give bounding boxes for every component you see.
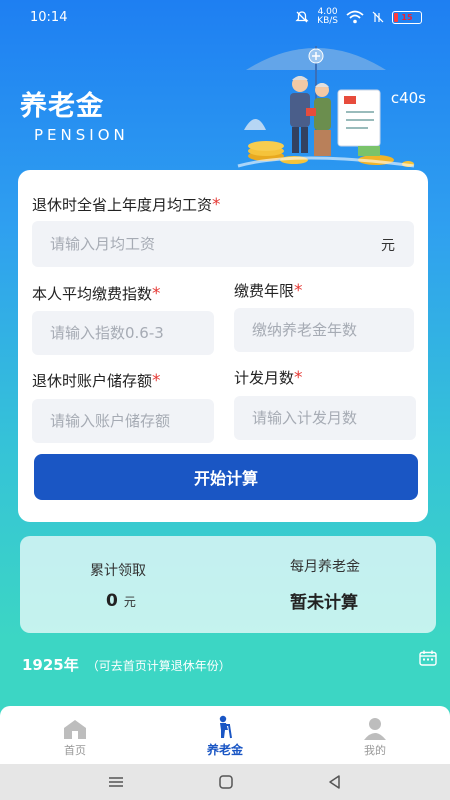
status-bar: 10:14 4.00 KB/S 15	[0, 0, 450, 34]
page-title: 养老金	[20, 91, 104, 122]
page-subtitle: PENSION	[34, 126, 129, 144]
result-panel: 累计领取 0元 每月养老金 暂未计算	[20, 536, 436, 633]
total-received-label: 累计领取	[90, 563, 146, 579]
calendar-icon[interactable]	[419, 650, 437, 666]
retire-year: 1925年	[22, 656, 79, 674]
tab-label-pension: 养老金	[206, 743, 243, 757]
bottom-tab-bar: 首页 养老金 我的	[0, 706, 450, 764]
tab-label-mine: 我的	[364, 744, 386, 757]
months-input[interactable]	[234, 396, 416, 440]
required-mark: *	[152, 371, 161, 391]
network-speed: 4.00 KB/S	[317, 7, 338, 26]
mute-icon	[295, 11, 309, 23]
user-icon	[364, 718, 386, 740]
menu-icon[interactable]	[107, 775, 125, 789]
tab-label-home: 首页	[64, 744, 86, 757]
years-label: 缴费年限*	[234, 281, 303, 301]
monthly-pension-label: 每月养老金	[290, 559, 360, 575]
savings-input[interactable]	[32, 399, 214, 443]
required-mark: *	[294, 368, 303, 388]
required-mark: *	[212, 195, 221, 215]
calculator-form: 退休时全省上年度月均工资* 元 本人平均缴费指数* 缴费年限* 退休时账户储存额…	[18, 170, 428, 522]
battery-icon: 15	[392, 10, 422, 24]
tab-pension[interactable]: 养老金	[150, 706, 300, 764]
wifi-icon	[346, 10, 364, 24]
elderly-icon	[219, 715, 232, 739]
tab-home[interactable]: 首页	[0, 706, 150, 764]
monthly-pension-value: 暂未计算	[290, 593, 358, 613]
retire-year-line: 1925年 （可去首页计算退休年份）	[22, 654, 231, 675]
salary-input[interactable]	[32, 221, 414, 267]
retire-year-hint: （可去首页计算退休年份）	[86, 659, 231, 673]
index-label: 本人平均缴费指数*	[32, 284, 161, 304]
start-calculate-button[interactable]: 开始计算	[34, 454, 418, 500]
system-nav-bar	[0, 764, 450, 800]
required-mark: *	[152, 284, 161, 304]
signal-off-icon	[372, 11, 384, 23]
months-label: 计发月数*	[234, 368, 303, 388]
total-received-value: 0元	[106, 591, 136, 611]
back-icon[interactable]	[327, 774, 343, 790]
savings-label: 退休时账户储存额*	[32, 371, 161, 391]
pension-illustration	[237, 46, 415, 168]
home-icon	[64, 720, 86, 739]
status-time: 10:14	[30, 9, 68, 25]
home-square-icon[interactable]	[218, 774, 234, 790]
salary-label: 退休时全省上年度月均工资*	[32, 195, 221, 215]
salary-unit: 元	[381, 238, 395, 254]
years-input[interactable]	[234, 308, 414, 352]
required-mark: *	[294, 281, 303, 301]
status-icons: 4.00 KB/S 15	[295, 8, 422, 26]
tab-mine[interactable]: 我的	[300, 706, 450, 764]
index-input[interactable]	[32, 311, 214, 355]
